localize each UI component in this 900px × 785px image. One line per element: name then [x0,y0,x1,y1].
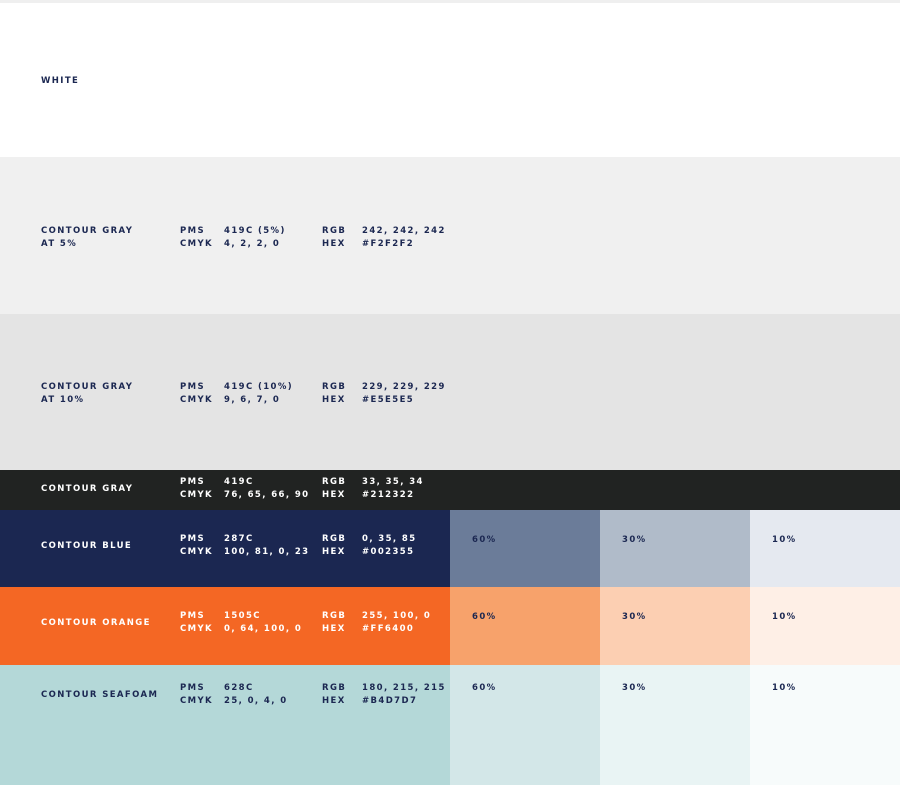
spec-labels: RGB HEX [322,477,347,500]
swatch-name: CONTOUR GRAY [41,484,134,494]
spec-labels: RGB HEX [322,683,347,706]
spec-values: 33, 35, 34 #212322 [362,477,424,500]
swatch-gray: CONTOUR GRAY PMS CMYK 419C 76, 65, 66, 90 … [0,470,900,510]
swatch-name: CONTOUR SEAFOAM [41,690,159,700]
spec-labels: PMS CMYK [180,683,214,706]
swatch-name: CONTOUR GRAY AT 10% [41,382,134,405]
spec-values: 419C (10%) 9, 6, 7, 0 [224,382,294,405]
spec-values: 419C (5%) 4, 2, 2, 0 [224,226,286,249]
tint-60: 60% [450,510,600,587]
spec-values: 180, 215, 215 #B4D7D7 [362,683,446,706]
spec-values: 628C 25, 0, 4, 0 [224,683,288,706]
spec-values: 255, 100, 0 #FF6400 [362,611,432,634]
spec-labels: PMS CMYK [180,226,214,249]
spec-labels: PMS CMYK [180,477,214,500]
tint-60: 60% [450,665,600,785]
spec-labels: RGB HEX [322,382,347,405]
spec-labels: PMS CMYK [180,382,214,405]
spec-labels: RGB HEX [322,534,347,557]
spec-labels: PMS CMYK [180,611,214,634]
spec-labels: PMS CMYK [180,534,214,557]
spec-labels: RGB HEX [322,611,347,634]
tint-30: 30% [600,665,750,785]
swatch-name: CONTOUR GRAY AT 5% [41,226,134,249]
spec-values: 0, 35, 85 #002355 [362,534,417,557]
swatch-name: CONTOUR ORANGE [41,618,151,628]
swatch-blue: CONTOUR BLUE PMS CMYK 287C 100, 81, 0, 23 … [0,510,900,587]
spec-values: 419C 76, 65, 66, 90 [224,477,310,500]
spec-values: 229, 229, 229 #E5E5E5 [362,382,446,405]
swatch-name: WHITE [41,76,80,86]
tint-10: 10% [750,587,900,665]
spec-values: 242, 242, 242 #F2F2F2 [362,226,446,249]
spec-values: 287C 100, 81, 0, 23 [224,534,310,557]
spec-labels: RGB HEX [322,226,347,249]
swatch-seafoam: CONTOUR SEAFOAM PMS CMYK 628C 25, 0, 4, 0 … [0,665,900,785]
swatch-name: CONTOUR BLUE [41,541,133,551]
swatch-white: WHITE [0,0,900,157]
tint-30: 30% [600,510,750,587]
tint-60: 60% [450,587,600,665]
spec-values: 1505C 0, 64, 100, 0 [224,611,303,634]
swatch-gray-10: CONTOUR GRAY AT 10% PMS CMYK 419C (10%) 9, … [0,314,900,470]
tint-10: 10% [750,665,900,785]
tint-10: 10% [750,510,900,587]
tint-30: 30% [600,587,750,665]
swatch-gray-5: CONTOUR GRAY AT 5% PMS CMYK 419C (5%) 4, 2,… [0,157,900,314]
swatch-orange: CONTOUR ORANGE PMS CMYK 1505C 0, 64, 100, … [0,587,900,665]
